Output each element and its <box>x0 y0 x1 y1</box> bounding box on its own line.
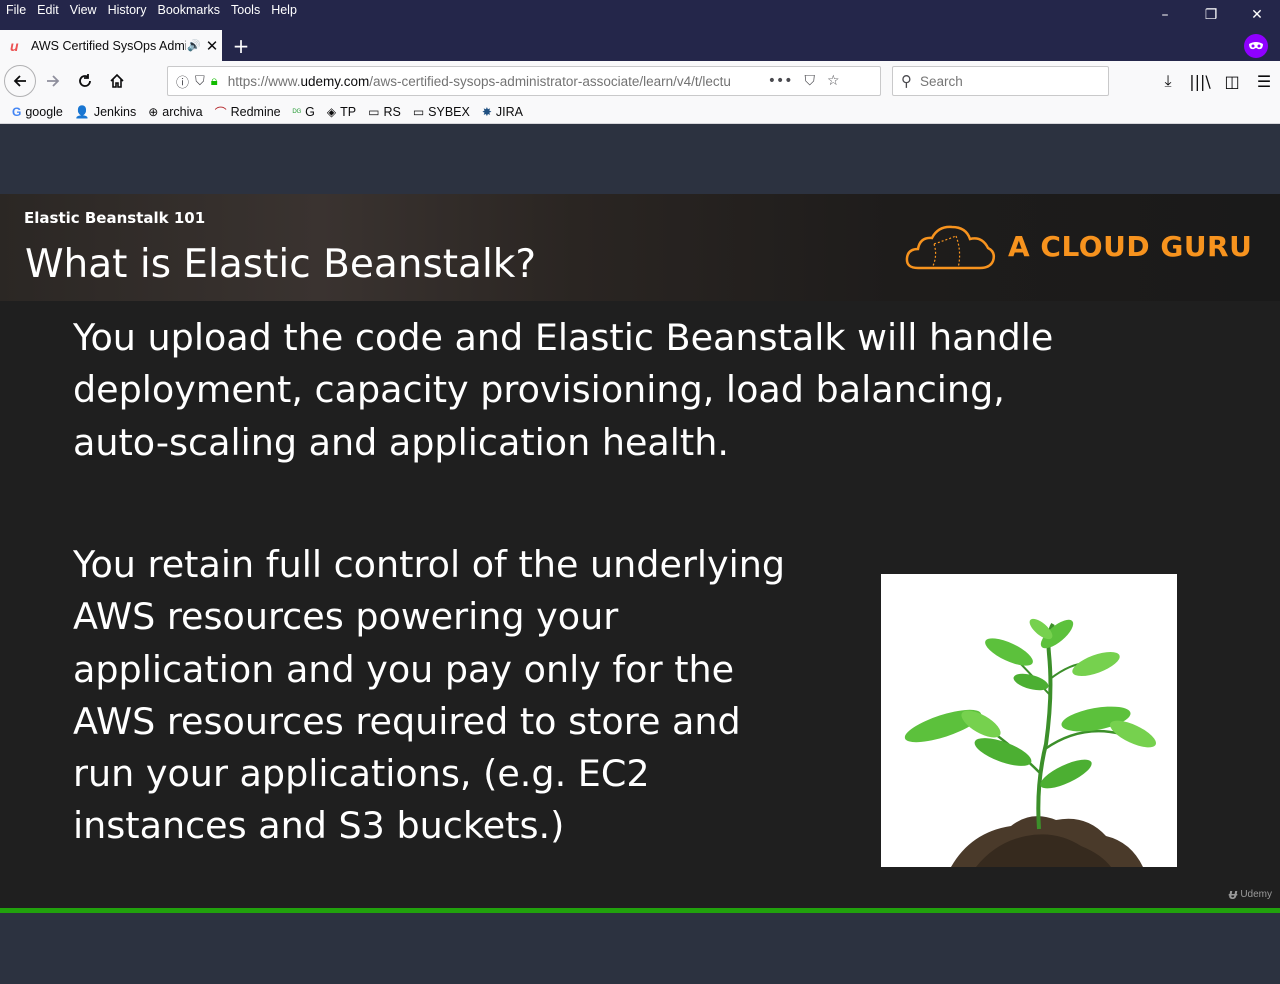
bookmark-google[interactable]: Ggoogle <box>12 105 63 119</box>
slide-header: Elastic Beanstalk 101 What is Elastic Be… <box>0 194 1280 301</box>
page-actions: ••• ⛉ ☆ <box>768 73 840 89</box>
bookmark-folder-sybex[interactable]: ▭ SYBEX <box>413 105 470 119</box>
toolbar-right-buttons: ⤓ |||\ ◫ ☰ <box>1152 65 1280 97</box>
close-window-button[interactable]: ✕ <box>1234 0 1280 30</box>
jira-icon: ✸ <box>481 105 492 119</box>
bookmark-g[interactable]: ᴰᴳ G <box>293 105 315 119</box>
url-text[interactable]: https://www.udemy.com/aws-certified-syso… <box>228 74 758 89</box>
forward-arrow-icon <box>47 75 60 87</box>
lecture-slide: Elastic Beanstalk 101 What is Elastic Be… <box>0 194 1280 908</box>
lock-icon[interactable]: 🔒︎ <box>211 74 218 89</box>
jenkins-icon: 👤 <box>74 105 90 119</box>
menu-view[interactable]: View <box>70 3 97 17</box>
url-security-icons: ⓘ ⛉ 🔒︎ <box>176 72 218 91</box>
page-actions-menu-icon[interactable]: ••• <box>768 73 793 89</box>
library-icon[interactable]: |||\ <box>1184 65 1216 97</box>
globe-icon: ⊕ <box>148 105 159 119</box>
reload-button[interactable] <box>70 65 100 97</box>
bookmark-redmine[interactable]: ⌒ Redmine <box>215 104 281 121</box>
forward-button[interactable] <box>38 65 68 97</box>
tab-bar: u AWS Certified SysOps Admi 🔊 ✕ + <box>0 30 1280 61</box>
pocket-icon[interactable]: ⛉ <box>804 73 815 89</box>
brand-wordmark: A CLOUD GURU <box>1008 230 1253 263</box>
menu-history[interactable]: History <box>108 3 147 17</box>
bookmark-archiva[interactable]: ⊕ archiva <box>148 105 202 119</box>
address-bar[interactable]: ⓘ ⛉ 🔒︎ https://www.udemy.com/aws-certifi… <box>167 66 881 96</box>
tp-icon: ◈ <box>326 105 337 119</box>
tab-active[interactable]: u AWS Certified SysOps Admi 🔊 ✕ <box>0 30 222 61</box>
udemy-logo-icon: ᵾ <box>1228 886 1238 903</box>
slide-paragraph-2: You retain full control of the underlyin… <box>73 543 786 848</box>
tab-close-icon[interactable]: ✕ <box>202 37 222 55</box>
bookmark-tp[interactable]: ◈ TP <box>327 105 356 119</box>
udemy-favicon-icon: u <box>10 37 19 54</box>
sidebar-icon[interactable]: ◫ <box>1216 65 1248 97</box>
google-icon: G <box>12 105 22 119</box>
tracking-shield-icon[interactable]: ⛉ <box>195 74 205 89</box>
cloud-logo-icon <box>905 225 996 270</box>
minimize-button[interactable]: – <box>1142 0 1188 30</box>
new-tab-button[interactable]: + <box>230 30 252 61</box>
hamburger-menu-icon[interactable]: ☰ <box>1248 65 1280 97</box>
home-button[interactable] <box>102 65 132 97</box>
folder-icon: ▭ <box>368 105 380 119</box>
bookmark-star-icon[interactable]: ☆ <box>827 73 840 89</box>
search-icon: ⚲ <box>901 72 912 90</box>
dg-icon: ᴰᴳ <box>292 107 302 117</box>
restore-button[interactable]: ❐ <box>1188 0 1234 30</box>
menu-help[interactable]: Help <box>271 3 297 17</box>
udemy-watermark: ᵾ Udemy <box>1228 886 1272 903</box>
slide-title: What is Elastic Beanstalk? <box>25 242 537 287</box>
back-arrow-icon <box>13 75 26 87</box>
navigation-toolbar: ⓘ ⛉ 🔒︎ https://www.udemy.com/aws-certifi… <box>0 61 1280 101</box>
slide-paragraph-1: You upload the code and Elastic Beanstal… <box>73 316 1054 464</box>
bookmark-jira[interactable]: ✸ JIRA <box>482 105 523 119</box>
window-titlebar: File Edit View History Bookmarks Tools H… <box>0 0 1280 30</box>
search-bar[interactable]: ⚲ <box>892 66 1109 96</box>
video-progress-bar[interactable] <box>0 908 1280 913</box>
sprout-image <box>881 574 1177 867</box>
reload-icon <box>79 74 91 87</box>
menu-tools[interactable]: Tools <box>231 3 260 17</box>
window-controls: – ❐ ✕ <box>1142 0 1280 30</box>
menu-file[interactable]: File <box>6 3 26 17</box>
downloads-icon[interactable]: ⤓ <box>1152 65 1184 97</box>
tab-title: AWS Certified SysOps Admi <box>31 38 186 53</box>
search-input[interactable] <box>918 72 1092 90</box>
info-icon[interactable]: ⓘ <box>176 72 189 91</box>
private-browsing-icon <box>1244 34 1268 58</box>
bookmark-folder-rs[interactable]: ▭ RS <box>368 105 401 119</box>
folder-icon: ▭ <box>412 105 425 119</box>
back-button[interactable] <box>4 65 36 97</box>
bookmark-jenkins[interactable]: 👤 Jenkins <box>75 105 136 119</box>
menu-edit[interactable]: Edit <box>37 3 59 17</box>
redmine-icon: ⌒ <box>214 105 227 120</box>
menu-bookmarks[interactable]: Bookmarks <box>157 3 220 17</box>
bookmarks-toolbar: Ggoogle 👤 Jenkins ⊕ archiva ⌒ Redmine ᴰᴳ G ◈… <box>0 101 1280 124</box>
home-icon <box>110 73 124 88</box>
menu-bar: File Edit View History Bookmarks Tools H… <box>6 3 297 17</box>
slide-kicker: Elastic Beanstalk 101 <box>24 209 206 227</box>
speaker-icon[interactable]: 🔊 <box>186 39 202 52</box>
